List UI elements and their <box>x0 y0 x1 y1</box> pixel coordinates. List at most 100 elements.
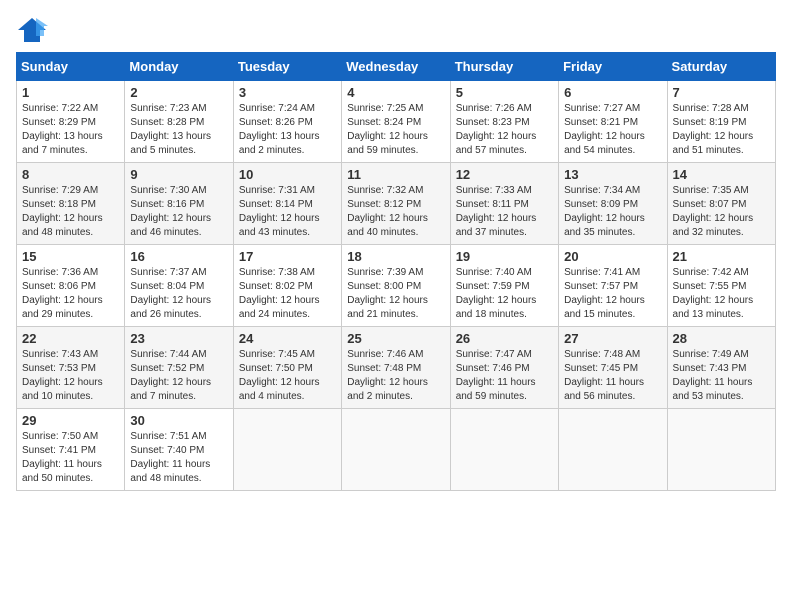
logo-icon <box>16 16 48 44</box>
calendar-week-row: 8 Sunrise: 7:29 AM Sunset: 8:18 PM Daylig… <box>17 163 776 245</box>
day-number: 27 <box>564 331 661 346</box>
day-number: 8 <box>22 167 119 182</box>
day-number: 5 <box>456 85 553 100</box>
day-detail: Sunrise: 7:43 AM Sunset: 7:53 PM Dayligh… <box>22 348 119 404</box>
calendar-header-row: SundayMondayTuesdayWednesdayThursdayFrid… <box>17 53 776 81</box>
logo <box>16 16 52 44</box>
calendar-cell: 13 Sunrise: 7:34 AM Sunset: 8:09 PM Dayli… <box>559 163 667 245</box>
calendar-cell <box>450 409 558 491</box>
calendar-cell: 18 Sunrise: 7:39 AM Sunset: 8:00 PM Dayli… <box>342 245 450 327</box>
day-detail: Sunrise: 7:38 AM Sunset: 8:02 PM Dayligh… <box>239 266 336 322</box>
calendar-cell <box>342 409 450 491</box>
calendar-week-row: 1 Sunrise: 7:22 AM Sunset: 8:29 PM Daylig… <box>17 81 776 163</box>
day-number: 30 <box>130 413 227 428</box>
day-detail: Sunrise: 7:22 AM Sunset: 8:29 PM Dayligh… <box>22 102 119 158</box>
day-number: 17 <box>239 249 336 264</box>
header-monday: Monday <box>125 53 233 81</box>
calendar-cell <box>667 409 775 491</box>
day-number: 18 <box>347 249 444 264</box>
calendar-cell: 30Sunrise: 7:51 AM Sunset: 7:40 PM Dayli… <box>125 409 233 491</box>
calendar-cell: 2Sunrise: 7:23 AM Sunset: 8:28 PM Daylig… <box>125 81 233 163</box>
day-number: 23 <box>130 331 227 346</box>
calendar-cell: 22 Sunrise: 7:43 AM Sunset: 7:53 PM Dayli… <box>17 327 125 409</box>
calendar-cell: 19Sunrise: 7:40 AM Sunset: 7:59 PM Dayli… <box>450 245 558 327</box>
calendar-cell: 5Sunrise: 7:26 AM Sunset: 8:23 PM Daylig… <box>450 81 558 163</box>
day-detail: Sunrise: 7:47 AM Sunset: 7:46 PM Dayligh… <box>456 348 553 404</box>
header-sunday: Sunday <box>17 53 125 81</box>
day-detail: Sunrise: 7:23 AM Sunset: 8:28 PM Dayligh… <box>130 102 227 158</box>
calendar-cell: 12 Sunrise: 7:33 AM Sunset: 8:11 PM Dayli… <box>450 163 558 245</box>
calendar-cell: 4 Sunrise: 7:25 AM Sunset: 8:24 PM Daylig… <box>342 81 450 163</box>
day-number: 21 <box>673 249 770 264</box>
day-number: 22 <box>22 331 119 346</box>
day-number: 25 <box>347 331 444 346</box>
calendar-cell: 28Sunrise: 7:49 AM Sunset: 7:43 PM Dayli… <box>667 327 775 409</box>
day-detail: Sunrise: 7:49 AM Sunset: 7:43 PM Dayligh… <box>673 348 770 404</box>
day-detail: Sunrise: 7:28 AM Sunset: 8:19 PM Dayligh… <box>673 102 770 158</box>
day-detail: Sunrise: 7:40 AM Sunset: 7:59 PM Dayligh… <box>456 266 553 322</box>
calendar-cell: 20Sunrise: 7:41 AM Sunset: 7:57 PM Dayli… <box>559 245 667 327</box>
calendar-cell: 6 Sunrise: 7:27 AM Sunset: 8:21 PM Daylig… <box>559 81 667 163</box>
header-saturday: Saturday <box>667 53 775 81</box>
header-thursday: Thursday <box>450 53 558 81</box>
calendar-cell: 16Sunrise: 7:37 AM Sunset: 8:04 PM Dayli… <box>125 245 233 327</box>
day-detail: Sunrise: 7:32 AM Sunset: 8:12 PM Dayligh… <box>347 184 444 240</box>
day-number: 13 <box>564 167 661 182</box>
day-number: 15 <box>22 249 119 264</box>
calendar-cell: 24 Sunrise: 7:45 AM Sunset: 7:50 PM Dayli… <box>233 327 341 409</box>
day-number: 6 <box>564 85 661 100</box>
day-detail: Sunrise: 7:35 AM Sunset: 8:07 PM Dayligh… <box>673 184 770 240</box>
day-detail: Sunrise: 7:25 AM Sunset: 8:24 PM Dayligh… <box>347 102 444 158</box>
day-number: 11 <box>347 167 444 182</box>
day-detail: Sunrise: 7:42 AM Sunset: 7:55 PM Dayligh… <box>673 266 770 322</box>
day-number: 14 <box>673 167 770 182</box>
day-detail: Sunrise: 7:44 AM Sunset: 7:52 PM Dayligh… <box>130 348 227 404</box>
day-detail: Sunrise: 7:27 AM Sunset: 8:21 PM Dayligh… <box>564 102 661 158</box>
calendar-cell: 3Sunrise: 7:24 AM Sunset: 8:26 PM Daylig… <box>233 81 341 163</box>
calendar-cell: 1 Sunrise: 7:22 AM Sunset: 8:29 PM Daylig… <box>17 81 125 163</box>
page-header <box>16 16 776 44</box>
day-detail: Sunrise: 7:31 AM Sunset: 8:14 PM Dayligh… <box>239 184 336 240</box>
day-number: 29 <box>22 413 119 428</box>
day-number: 4 <box>347 85 444 100</box>
calendar-cell: 26 Sunrise: 7:47 AM Sunset: 7:46 PM Dayli… <box>450 327 558 409</box>
calendar-cell: 17 Sunrise: 7:38 AM Sunset: 8:02 PM Dayli… <box>233 245 341 327</box>
calendar-week-row: 22 Sunrise: 7:43 AM Sunset: 7:53 PM Dayli… <box>17 327 776 409</box>
calendar-cell: 23 Sunrise: 7:44 AM Sunset: 7:52 PM Dayli… <box>125 327 233 409</box>
day-number: 12 <box>456 167 553 182</box>
day-detail: Sunrise: 7:45 AM Sunset: 7:50 PM Dayligh… <box>239 348 336 404</box>
calendar-cell <box>233 409 341 491</box>
header-friday: Friday <box>559 53 667 81</box>
header-tuesday: Tuesday <box>233 53 341 81</box>
calendar-cell: 27Sunrise: 7:48 AM Sunset: 7:45 PM Dayli… <box>559 327 667 409</box>
day-number: 7 <box>673 85 770 100</box>
day-detail: Sunrise: 7:29 AM Sunset: 8:18 PM Dayligh… <box>22 184 119 240</box>
calendar-week-row: 15 Sunrise: 7:36 AM Sunset: 8:06 PM Dayli… <box>17 245 776 327</box>
day-number: 3 <box>239 85 336 100</box>
calendar-cell: 21 Sunrise: 7:42 AM Sunset: 7:55 PM Dayli… <box>667 245 775 327</box>
day-number: 9 <box>130 167 227 182</box>
day-detail: Sunrise: 7:39 AM Sunset: 8:00 PM Dayligh… <box>347 266 444 322</box>
day-number: 24 <box>239 331 336 346</box>
day-number: 1 <box>22 85 119 100</box>
day-detail: Sunrise: 7:30 AM Sunset: 8:16 PM Dayligh… <box>130 184 227 240</box>
calendar-cell: 25 Sunrise: 7:46 AM Sunset: 7:48 PM Dayli… <box>342 327 450 409</box>
header-wednesday: Wednesday <box>342 53 450 81</box>
calendar-week-row: 29Sunrise: 7:50 AM Sunset: 7:41 PM Dayli… <box>17 409 776 491</box>
day-detail: Sunrise: 7:37 AM Sunset: 8:04 PM Dayligh… <box>130 266 227 322</box>
calendar-cell: 10 Sunrise: 7:31 AM Sunset: 8:14 PM Dayli… <box>233 163 341 245</box>
calendar-cell: 8 Sunrise: 7:29 AM Sunset: 8:18 PM Daylig… <box>17 163 125 245</box>
calendar-cell <box>559 409 667 491</box>
day-detail: Sunrise: 7:33 AM Sunset: 8:11 PM Dayligh… <box>456 184 553 240</box>
day-number: 10 <box>239 167 336 182</box>
calendar-cell: 7 Sunrise: 7:28 AM Sunset: 8:19 PM Daylig… <box>667 81 775 163</box>
calendar-cell: 15 Sunrise: 7:36 AM Sunset: 8:06 PM Dayli… <box>17 245 125 327</box>
day-detail: Sunrise: 7:36 AM Sunset: 8:06 PM Dayligh… <box>22 266 119 322</box>
day-number: 26 <box>456 331 553 346</box>
day-detail: Sunrise: 7:34 AM Sunset: 8:09 PM Dayligh… <box>564 184 661 240</box>
calendar-table: SundayMondayTuesdayWednesdayThursdayFrid… <box>16 52 776 491</box>
day-detail: Sunrise: 7:46 AM Sunset: 7:48 PM Dayligh… <box>347 348 444 404</box>
calendar-cell: 9 Sunrise: 7:30 AM Sunset: 8:16 PM Daylig… <box>125 163 233 245</box>
calendar-cell: 14 Sunrise: 7:35 AM Sunset: 8:07 PM Dayli… <box>667 163 775 245</box>
calendar-cell: 29Sunrise: 7:50 AM Sunset: 7:41 PM Dayli… <box>17 409 125 491</box>
